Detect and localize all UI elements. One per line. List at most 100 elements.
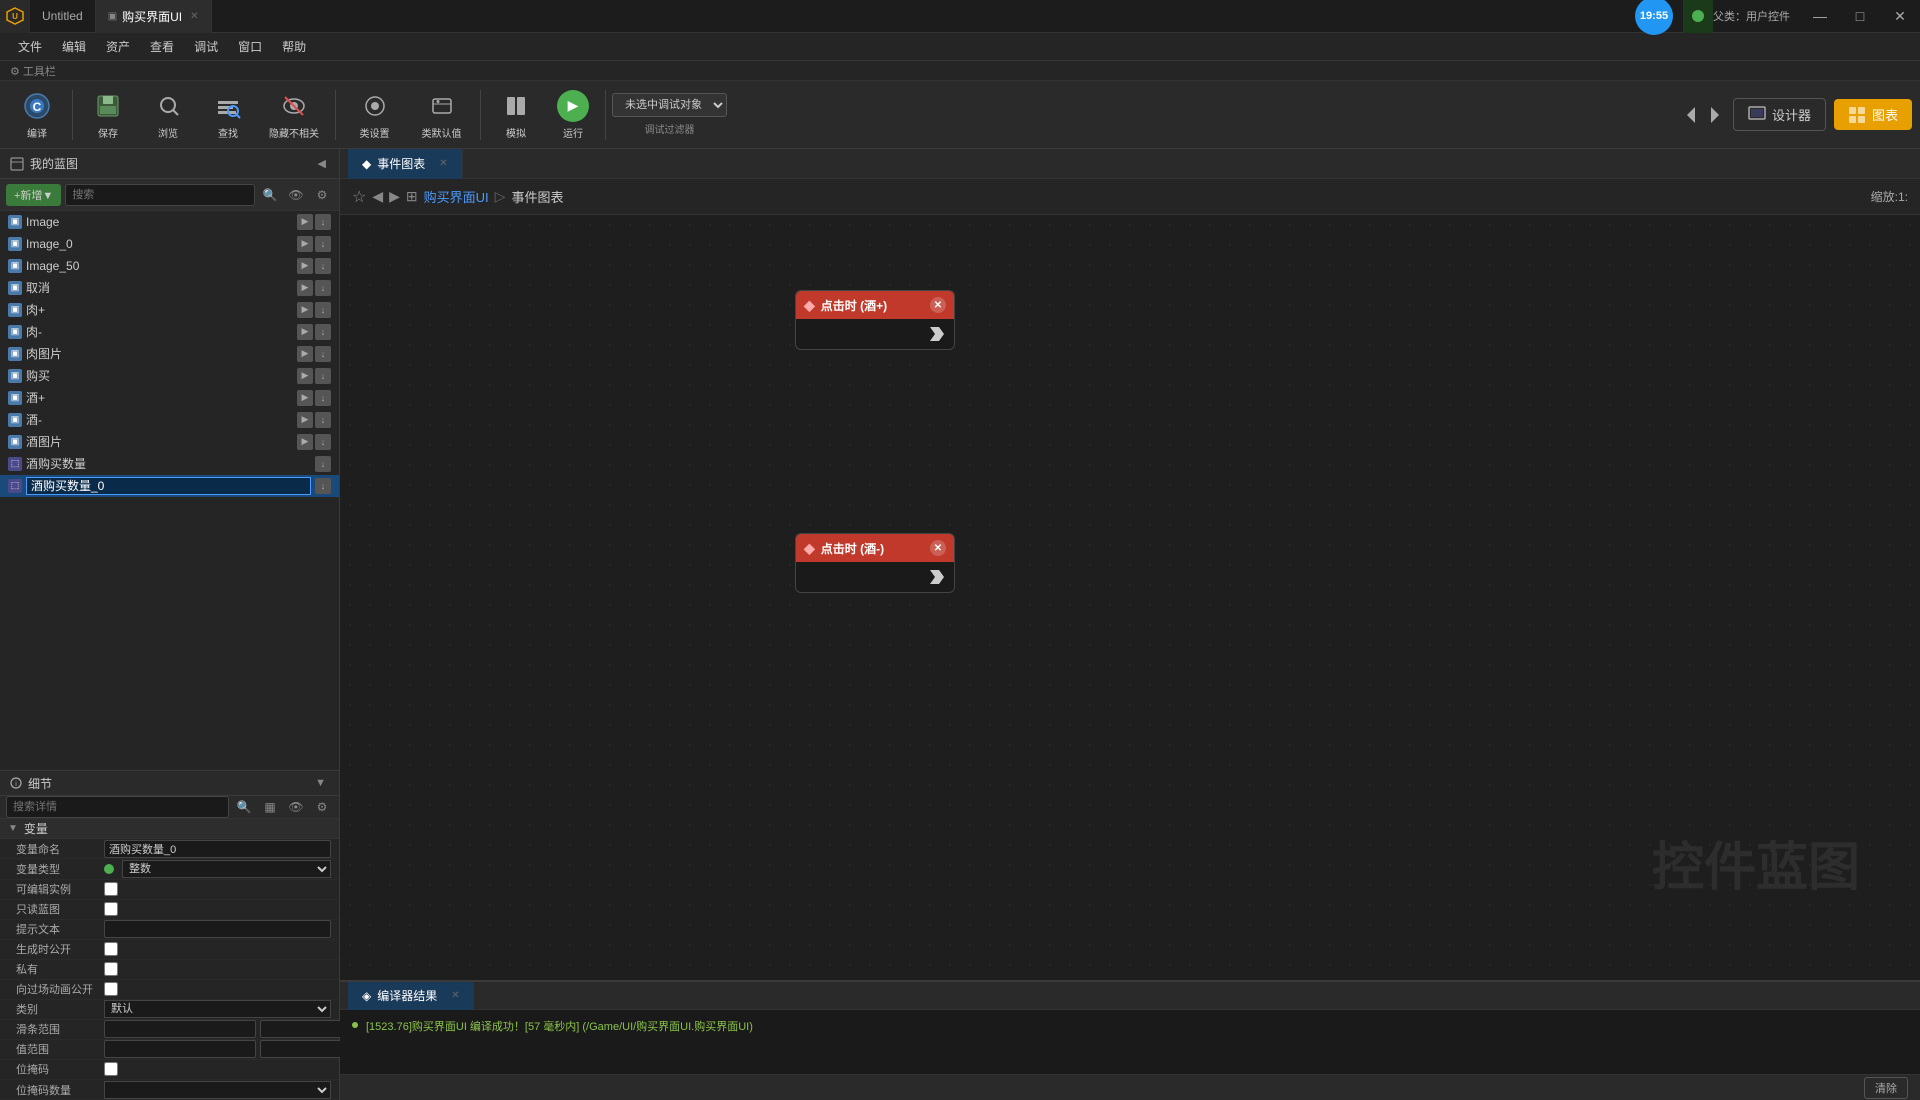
tree-item-wine-qty-0[interactable]: ⬚ ↓: [0, 475, 339, 497]
slider-min-input[interactable]: [104, 1020, 256, 1038]
var-name-input[interactable]: [104, 840, 331, 858]
save-button[interactable]: 保存: [79, 86, 137, 144]
bottom-tab-compiler[interactable]: ◈ 编译器结果 ✕: [348, 982, 474, 1010]
bookmark-icon[interactable]: ☆: [352, 187, 366, 207]
tab-purchase-ui-close[interactable]: ✕: [190, 11, 198, 22]
bp-tab-close[interactable]: ✕: [439, 158, 447, 169]
class-settings-button[interactable]: 类设置: [342, 86, 407, 144]
menu-edit[interactable]: 编辑: [52, 33, 96, 61]
bp-node-wine-plus-close[interactable]: ✕: [930, 297, 946, 313]
menu-window[interactable]: 窗口: [228, 33, 272, 61]
settings-icon-btn[interactable]: ⚙: [311, 184, 333, 206]
designer-button[interactable]: 设计器: [1733, 98, 1826, 131]
close-button[interactable]: ✕: [1880, 0, 1920, 33]
details-grid-btn[interactable]: ▦: [259, 796, 281, 818]
variables-section-header[interactable]: ▼ 变量: [0, 819, 339, 839]
new-item-button[interactable]: +新增▼: [6, 184, 61, 206]
tree-item-wine-plus-action1[interactable]: ▶: [297, 390, 313, 406]
gen-public-checkbox[interactable]: [104, 942, 118, 956]
tree-item-wine-img[interactable]: ▣ 酒图片 ▶ ↓: [0, 431, 339, 453]
readonly-checkbox[interactable]: [104, 902, 118, 916]
tree-item-cancel-action1[interactable]: ▶: [297, 280, 313, 296]
bit-mask-count-select[interactable]: [104, 1081, 331, 1099]
tab-purchase-ui[interactable]: ▣ 购买界面UI ✕: [96, 0, 212, 33]
back-arrow-icon[interactable]: ◀: [372, 188, 383, 205]
tree-item-meat-minus-action1[interactable]: ▶: [297, 324, 313, 340]
bp-node-wine-minus-close[interactable]: ✕: [930, 540, 946, 556]
graph-button[interactable]: 图表: [1834, 99, 1912, 130]
tree-item-meat-plus-action2[interactable]: ↓: [315, 302, 331, 318]
blueprint-canvas[interactable]: ◆ 点击时 (酒+) ✕: [340, 215, 1920, 980]
tree-item-image50-action1[interactable]: ▶: [297, 258, 313, 274]
details-panel-collapse[interactable]: ▼: [312, 776, 329, 790]
category-select[interactable]: 默认: [104, 1000, 331, 1018]
browse-button[interactable]: 浏览: [139, 86, 197, 144]
find-button[interactable]: 查找: [199, 86, 257, 144]
tree-item-wine-minus[interactable]: ▣ 酒- ▶ ↓: [0, 409, 339, 431]
tree-item-meat-minus-action2[interactable]: ↓: [315, 324, 331, 340]
class-defaults-button[interactable]: 类默认值: [409, 86, 474, 144]
tree-item-cancel[interactable]: ▣ 取消 ▶ ↓: [0, 277, 339, 299]
details-search-btn[interactable]: 🔍: [233, 796, 255, 818]
tree-item-image-action2[interactable]: ↓: [315, 214, 331, 230]
exec-pin-out[interactable]: [928, 325, 946, 343]
value-min-input[interactable]: [104, 1040, 256, 1058]
forward-arrow-icon[interactable]: ▶: [389, 188, 400, 205]
bit-mask-checkbox[interactable]: [104, 1062, 118, 1076]
tree-item-meat-minus[interactable]: ▣ 肉- ▶ ↓: [0, 321, 339, 343]
tree-item-wine-minus-action2[interactable]: ↓: [315, 412, 331, 428]
tree-item-wine-minus-action1[interactable]: ▶: [297, 412, 313, 428]
grid-icon[interactable]: ⊞: [406, 188, 418, 205]
minimize-button[interactable]: —: [1800, 0, 1840, 33]
tab-untitled[interactable]: Untitled: [30, 0, 96, 33]
bc-parent[interactable]: 购买界面UI: [424, 187, 489, 206]
tooltip-input[interactable]: [104, 920, 331, 938]
menu-file[interactable]: 文件: [8, 33, 52, 61]
tree-item-buy-action2[interactable]: ↓: [315, 368, 331, 384]
tree-item-wine-img-action2[interactable]: ↓: [315, 434, 331, 450]
tree-item-wine-qty[interactable]: ⬚ 酒购买数量 ↓: [0, 453, 339, 475]
bottom-tab-close[interactable]: ✕: [451, 990, 459, 1001]
tree-item-image0[interactable]: ▣ Image_0 ▶ ↓: [0, 233, 339, 255]
private-checkbox[interactable]: [104, 962, 118, 976]
hide-unrelated-button[interactable]: 隐藏不相关: [259, 86, 329, 144]
details-eye-btn[interactable]: 👁: [285, 796, 307, 818]
var-type-select[interactable]: 整数: [122, 860, 331, 878]
blueprint-panel-collapse[interactable]: ◀: [315, 156, 329, 171]
tree-item-buy-action1[interactable]: ▶: [297, 368, 313, 384]
tree-item-wine-plus-action2[interactable]: ↓: [315, 390, 331, 406]
tree-item-image50-action2[interactable]: ↓: [315, 258, 331, 274]
tree-item-meat-img-action2[interactable]: ↓: [315, 346, 331, 362]
blueprint-search-input[interactable]: [65, 184, 255, 206]
tree-item-image0-action2[interactable]: ↓: [315, 236, 331, 252]
debug-select[interactable]: 未选中调试对象: [612, 93, 727, 117]
anim-public-checkbox[interactable]: [104, 982, 118, 996]
tree-item-cancel-action2[interactable]: ↓: [315, 280, 331, 296]
tree-item-meat-plus[interactable]: ▣ 肉+ ▶ ↓: [0, 299, 339, 321]
tree-item-wine-qty-action1[interactable]: ↓: [315, 456, 331, 472]
compile-button[interactable]: C 编译: [8, 86, 66, 144]
tree-item-wine-qty-0-edit[interactable]: [26, 477, 311, 495]
tree-item-wine-img-action1[interactable]: ▶: [297, 434, 313, 450]
details-search-input[interactable]: [6, 796, 229, 818]
tree-item-meat-img-action1[interactable]: ▶: [297, 346, 313, 362]
menu-view[interactable]: 查看: [140, 33, 184, 61]
tree-item-image-action1[interactable]: ▶: [297, 214, 313, 230]
menu-help[interactable]: 帮助: [272, 33, 316, 61]
tree-item-image[interactable]: ▣ Image ▶ ↓: [0, 211, 339, 233]
exec-pin-out-2[interactable]: [928, 568, 946, 586]
restore-button[interactable]: □: [1840, 0, 1880, 33]
play-button[interactable]: ▶ 运行: [547, 86, 599, 144]
editable-checkbox[interactable]: [104, 882, 118, 896]
details-settings-btn[interactable]: ⚙: [311, 796, 333, 818]
search-icon-btn[interactable]: 🔍: [259, 184, 281, 206]
menu-assets[interactable]: 资产: [96, 33, 140, 61]
tree-item-image50[interactable]: ▣ Image_50 ▶ ↓: [0, 255, 339, 277]
simulate-button[interactable]: 模拟: [487, 86, 545, 144]
tree-item-wine-qty-0-action1[interactable]: ↓: [315, 478, 331, 494]
tree-item-buy[interactable]: ▣ 购买 ▶ ↓: [0, 365, 339, 387]
tree-item-meat-img[interactable]: ▣ 肉图片 ▶ ↓: [0, 343, 339, 365]
eye-icon-btn[interactable]: 👁: [285, 184, 307, 206]
bp-tab-event-graph[interactable]: ◆ 事件图表 ✕: [348, 149, 463, 179]
menu-debug[interactable]: 调试: [184, 33, 228, 61]
